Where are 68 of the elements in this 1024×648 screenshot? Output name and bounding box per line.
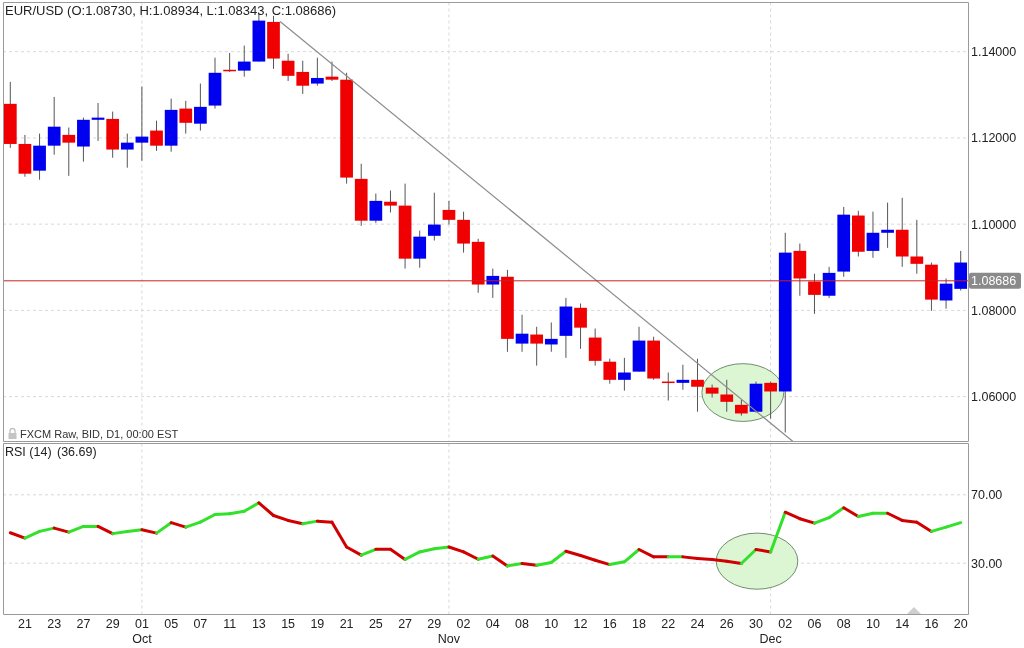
candle: [62, 127, 76, 177]
triangle-marker-icon: [907, 607, 921, 614]
date-axis-label: 23: [47, 617, 62, 631]
rsi-axis-label: 30.00: [971, 556, 1003, 571]
candle: [47, 96, 61, 156]
data-source-info: FXCM Raw, BID, D1, 00:00 EST: [20, 428, 179, 440]
date-axis-label: 13: [251, 617, 266, 631]
date-axis-label: 16: [602, 617, 617, 631]
date-axis-label: 02: [456, 617, 471, 631]
candle: [632, 326, 646, 373]
date-axis-label: 19: [310, 617, 325, 631]
date-axis-label: 05: [164, 617, 179, 631]
last-price-label: 1.08686: [969, 272, 1021, 289]
date-axis-label: 24: [690, 617, 705, 631]
date-axis-label: 18: [632, 617, 646, 631]
date-axis-label: 08: [515, 617, 529, 631]
chart-title: EUR/USD (O:1.08730, H:1.08934, L:1.08343, C:1.08686): [5, 2, 336, 18]
date-axis-label: 26: [719, 617, 734, 631]
date-axis-label: 20: [953, 617, 968, 631]
date-axis-label: 25: [368, 617, 383, 631]
date-axis-label: 04: [485, 617, 500, 631]
candle: [33, 133, 46, 181]
candle: [194, 83, 207, 132]
price-axis-label: 1.12000: [971, 131, 1017, 146]
candle: [574, 303, 587, 350]
month-axis-label: Dec: [759, 632, 782, 646]
candle: [530, 326, 544, 367]
candle: [91, 102, 105, 142]
date-axis-label: 30: [749, 617, 763, 631]
candle: [296, 60, 310, 95]
candle: [910, 219, 924, 275]
date-axis-label: 12: [573, 617, 588, 631]
date-axis-label: 07: [193, 617, 208, 631]
date-axis-label: 10: [866, 617, 880, 631]
date-axis-label: 11: [223, 617, 237, 631]
month-axis-label: Nov: [437, 632, 461, 646]
date-axis-label: 02: [778, 617, 793, 631]
date-axis-label: 10: [544, 617, 559, 631]
lock-icon: [8, 427, 17, 439]
date-axis-label: 29: [105, 617, 120, 631]
candle: [77, 117, 90, 163]
date-axis-label: 08: [836, 617, 851, 631]
date-axis-label: 14: [895, 617, 910, 631]
candle: [954, 250, 968, 292]
date-axis-label: 29: [427, 617, 442, 631]
price-axis-label: 1.14000: [971, 45, 1017, 60]
date-axis-label: 01: [134, 617, 149, 631]
date-axis-label: 21: [339, 617, 354, 631]
ref-line-label: 1.08686: [971, 274, 1017, 289]
indicator-title: RSI (14): [5, 444, 52, 459]
date-axis-label: 16: [924, 617, 939, 631]
candle: [866, 211, 880, 259]
candle: [106, 111, 119, 159]
price-axis-label: 1.06000: [971, 390, 1017, 405]
date-axis-label: 06: [807, 617, 822, 631]
date-axis-label: 27: [76, 617, 91, 631]
date-axis-label: 15: [281, 617, 296, 631]
date-axis-label: 21: [18, 617, 32, 631]
indicator-value: (36.69): [57, 444, 97, 459]
rsi-axis-label: 70.00: [971, 488, 1003, 503]
price-axis-label: 1.10000: [971, 217, 1017, 232]
candle: [808, 273, 821, 315]
candle: [311, 57, 324, 87]
date-axis-label: 22: [661, 617, 676, 631]
price-axis-label: 1.08000: [971, 303, 1017, 318]
candle: [618, 357, 631, 392]
month-axis-label: Oct: [132, 632, 152, 646]
date-axis-label: 27: [398, 617, 413, 631]
